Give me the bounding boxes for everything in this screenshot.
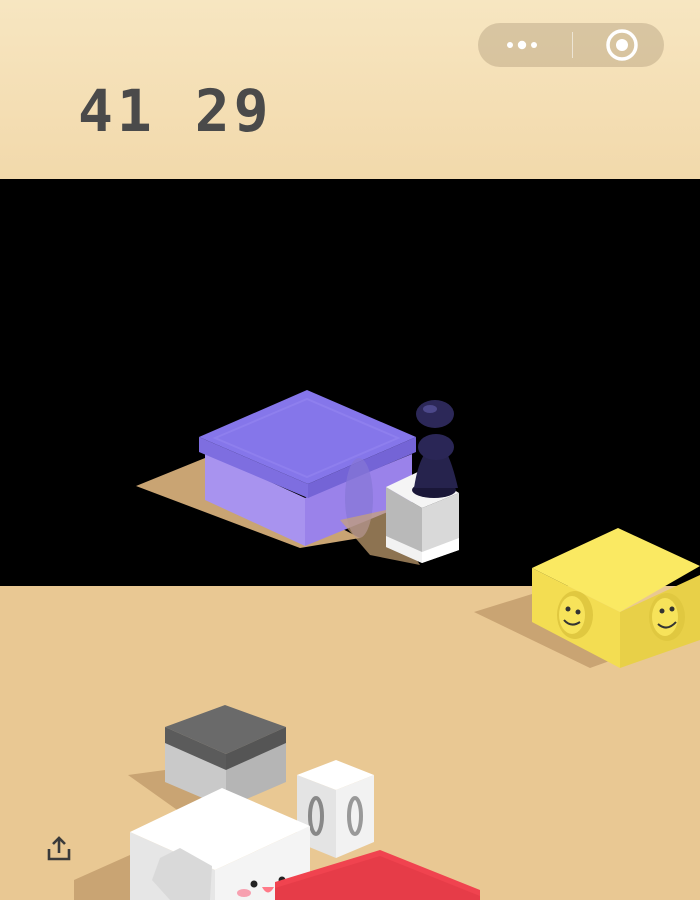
game-scene[interactable]: [0, 0, 700, 900]
share-upload-icon: [47, 836, 71, 861]
white-cat-box: [74, 788, 310, 900]
share-button[interactable]: [44, 834, 74, 864]
yellow-smiley-box: [474, 528, 700, 668]
player-piece: [412, 400, 458, 498]
